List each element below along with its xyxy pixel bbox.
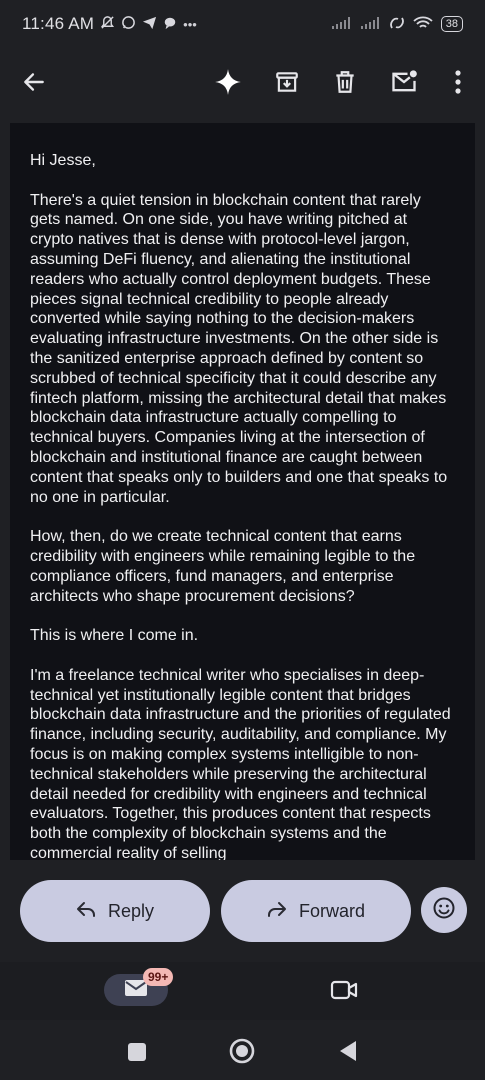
home-icon[interactable] [229, 1038, 255, 1069]
status-left: 11:46 AM ••• [22, 14, 197, 34]
smiley-icon [432, 896, 456, 925]
status-right: 38 [331, 16, 463, 33]
archive-icon[interactable] [267, 62, 307, 102]
forward-icon [267, 900, 287, 923]
telegram-icon [142, 15, 157, 33]
battery-indicator: 38 [440, 16, 463, 32]
emoji-reaction-button[interactable] [421, 887, 467, 933]
reply-label: Reply [107, 900, 155, 921]
forward-button[interactable]: Forward [221, 880, 411, 942]
wifi-icon [412, 16, 434, 33]
bottom-nav: 99+ [0, 962, 485, 1020]
more-vert-icon[interactable] [438, 62, 478, 102]
email-paragraph: I'm a freelance technical writer who spe… [30, 666, 451, 860]
back-nav-icon[interactable] [338, 1040, 358, 1067]
reply-button[interactable]: Reply [20, 880, 210, 942]
status-bar: 11:46 AM ••• 38 [0, 0, 485, 48]
email-paragraph: This is where I come in. [30, 627, 199, 645]
email-body-card[interactable]: Hi Jesse, There's a quiet tension in blo… [10, 123, 475, 860]
whatsapp-icon [121, 15, 136, 33]
unread-count-badge: 99+ [143, 968, 174, 986]
mute-icon [100, 15, 115, 33]
data-icon [389, 16, 405, 33]
more-dots: ••• [183, 16, 197, 32]
email-body: Hi Jesse, There's a quiet tension in blo… [10, 123, 475, 860]
forward-label: Forward [298, 900, 365, 921]
chat-icon [163, 16, 177, 33]
signal-icon [331, 16, 353, 33]
email-toolbar [0, 52, 485, 112]
mark-unread-icon[interactable] [384, 62, 424, 102]
back-arrow-icon[interactable] [14, 62, 54, 102]
status-time: 11:46 AM [22, 14, 95, 33]
email-greeting: Hi Jesse, [30, 152, 96, 169]
delete-icon[interactable] [325, 62, 365, 102]
email-paragraph: There's a quiet tension in blockchain co… [30, 191, 448, 506]
video-camera-icon[interactable] [330, 978, 358, 1007]
system-navigation-bar [0, 1020, 485, 1080]
signal-icon [360, 16, 382, 33]
sparkle-icon[interactable] [208, 62, 248, 102]
reply-icon [76, 900, 96, 923]
recents-icon[interactable] [127, 1042, 147, 1067]
email-paragraph: How, then, do we create technical conten… [30, 528, 416, 605]
